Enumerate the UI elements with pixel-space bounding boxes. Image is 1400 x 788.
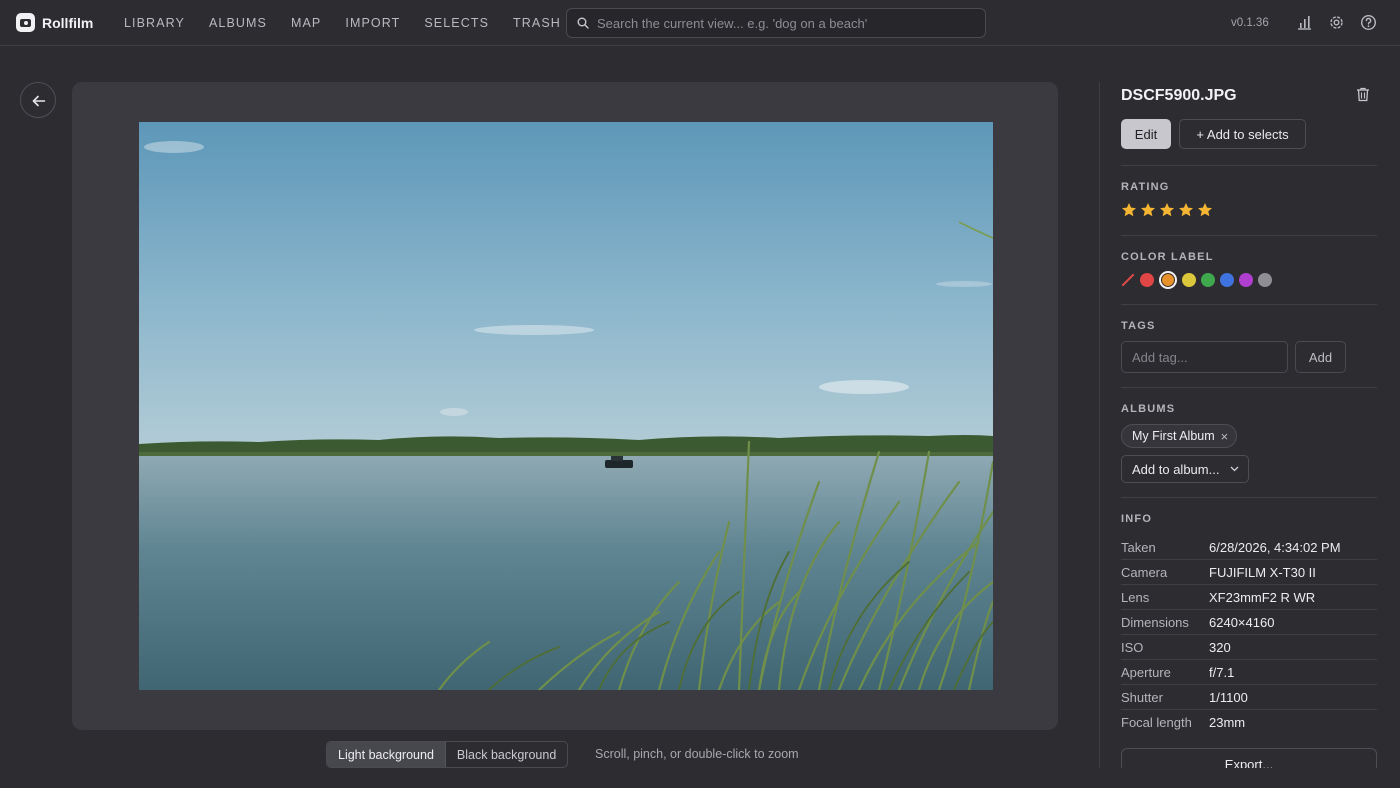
brand[interactable]: Rollfilm: [16, 13, 93, 32]
album-chip-label: My First Album: [1132, 429, 1215, 443]
color-none-swatch[interactable]: [1121, 273, 1135, 287]
color-label-picker: [1121, 271, 1272, 289]
info-value: 6240×4160: [1209, 615, 1275, 630]
info-row: Shutter 1/1100: [1121, 685, 1377, 710]
info-key: Camera: [1121, 565, 1168, 580]
info-row: Lens XF23mmF2 R WR: [1121, 585, 1377, 610]
arrow-left-icon: [32, 95, 46, 107]
info-row: Focal length 23mm: [1121, 710, 1377, 735]
info-table: Taken 6/28/2026, 4:34:02 PM Camera FUJIF…: [1121, 535, 1377, 735]
info-key: Taken: [1121, 540, 1156, 555]
info-row: ISO 320: [1121, 635, 1377, 660]
info-row: Camera FUJIFILM X-T30 II: [1121, 560, 1377, 585]
chevron-down-icon: [1230, 466, 1239, 472]
photo-filename: DSCF5900.JPG: [1121, 87, 1237, 104]
nav-map[interactable]: MAP: [291, 16, 321, 30]
info-key: Dimensions: [1121, 615, 1189, 630]
rating-label: RATING: [1121, 181, 1170, 193]
background-toggle: Light background Black background: [326, 741, 569, 768]
add-to-album-dropdown[interactable]: Add to album...: [1121, 455, 1249, 483]
black-background-option[interactable]: Black background: [446, 742, 567, 767]
zoom-hint: Scroll, pinch, or double-click to zoom: [595, 747, 799, 761]
color-purple-swatch[interactable]: [1239, 273, 1253, 287]
add-to-selects-button[interactable]: + Add to selects: [1179, 119, 1306, 149]
help-icon[interactable]: [1360, 14, 1377, 31]
tag-input[interactable]: [1121, 341, 1288, 373]
divider: [1121, 387, 1377, 388]
nav-import[interactable]: IMPORT: [345, 16, 400, 30]
star-icon[interactable]: [1197, 202, 1213, 218]
color-orange-swatch[interactable]: [1159, 271, 1177, 289]
nav-albums[interactable]: ALBUMS: [209, 16, 267, 30]
app-name: Rollfilm: [42, 14, 94, 31]
tags-label: TAGS: [1121, 320, 1156, 332]
info-value: XF23mmF2 R WR: [1209, 590, 1316, 605]
info-key: Shutter: [1121, 690, 1163, 705]
search-icon: [577, 17, 589, 29]
divider: [1121, 304, 1377, 305]
info-key: Focal length: [1121, 715, 1192, 730]
info-key: ISO: [1121, 640, 1144, 655]
color-green-swatch[interactable]: [1201, 273, 1215, 287]
info-value: f/7.1: [1209, 665, 1235, 680]
details-panel: DSCF5900.JPG Edit + Add to selects RATIN…: [1099, 82, 1389, 768]
info-label: INFO: [1121, 513, 1153, 525]
divider: [1121, 497, 1377, 498]
star-icon[interactable]: [1121, 202, 1137, 218]
info-key: Lens: [1121, 590, 1150, 605]
color-yellow-swatch[interactable]: [1182, 273, 1196, 287]
color-red-swatch[interactable]: [1140, 273, 1154, 287]
back-button[interactable]: [20, 82, 56, 118]
nav-trash[interactable]: TRASH: [513, 16, 561, 30]
divider: [1121, 165, 1377, 166]
rating-stars: [1121, 202, 1213, 218]
light-background-option[interactable]: Light background: [327, 742, 446, 767]
info-row: Dimensions 6240×4160: [1121, 610, 1377, 635]
edit-button[interactable]: Edit: [1121, 119, 1171, 149]
color-blue-swatch[interactable]: [1220, 273, 1234, 287]
info-value: 320: [1209, 640, 1231, 655]
lake-photo: [139, 122, 993, 690]
main-nav: LIBRARY ALBUMS MAP IMPORT SELECTS TRASH: [124, 16, 585, 30]
nav-selects[interactable]: SELECTS: [424, 16, 489, 30]
nav-library[interactable]: LIBRARY: [124, 16, 185, 30]
search-input[interactable]: [597, 9, 977, 37]
star-icon[interactable]: [1178, 202, 1194, 218]
info-value: 23mm: [1209, 715, 1246, 730]
star-icon[interactable]: [1159, 202, 1175, 218]
divider: [1121, 235, 1377, 236]
search-box: [566, 8, 986, 38]
version-label: v0.1.36: [1231, 17, 1269, 29]
info-value: 1/1100: [1209, 690, 1248, 705]
photo-image[interactable]: [139, 122, 993, 690]
info-row: Taken 6/28/2026, 4:34:02 PM: [1121, 535, 1377, 560]
color-label-heading: COLOR LABEL: [1121, 251, 1214, 263]
info-value: 6/28/2026, 4:34:02 PM: [1209, 540, 1341, 555]
camera-logo-icon: [16, 13, 35, 32]
export-button[interactable]: Export...: [1121, 748, 1377, 768]
info-value: FUJIFILM X-T30 II: [1209, 565, 1316, 580]
settings-gear-icon[interactable]: [1328, 14, 1345, 31]
color-gray-swatch[interactable]: [1258, 273, 1272, 287]
add-tag-button[interactable]: Add: [1295, 341, 1346, 373]
star-icon[interactable]: [1140, 202, 1156, 218]
remove-album-icon[interactable]: ×: [1221, 429, 1229, 444]
trash-icon[interactable]: [1356, 87, 1370, 102]
info-row: Aperture f/7.1: [1121, 660, 1377, 685]
album-chip[interactable]: My First Album ×: [1121, 424, 1238, 448]
photo-viewer[interactable]: [72, 82, 1058, 730]
stats-icon[interactable]: [1296, 14, 1313, 31]
top-bar: Rollfilm LIBRARY ALBUMS MAP IMPORT SELEC…: [0, 0, 1400, 46]
albums-label: ALBUMS: [1121, 403, 1176, 415]
info-key: Aperture: [1121, 665, 1171, 680]
add-to-album-label: Add to album...: [1132, 461, 1220, 477]
